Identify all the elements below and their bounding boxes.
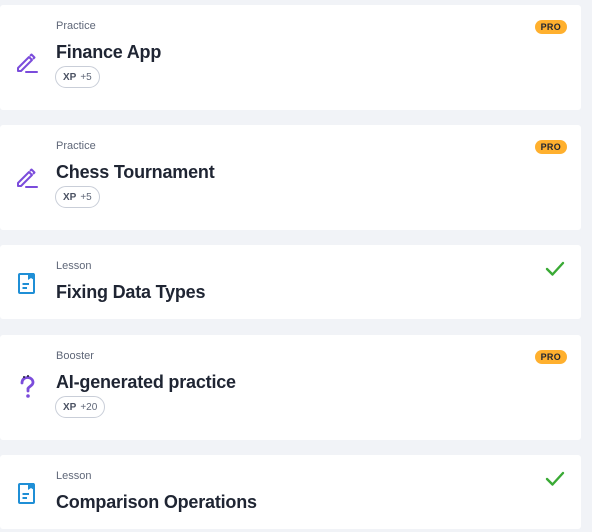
- lesson-list: Practice Finance App XP +5 PRO Practice …: [0, 0, 592, 532]
- list-item-fixing-data-types[interactable]: Lesson Fixing Data Types: [0, 245, 581, 319]
- xp-label: XP: [63, 401, 77, 413]
- list-item-finance-app[interactable]: Practice Finance App XP +5 PRO: [0, 5, 581, 110]
- pro-badge: PRO: [534, 350, 567, 364]
- xp-label: XP: [63, 71, 77, 83]
- item-title: Comparison Operations: [56, 492, 257, 512]
- question-icon: [20, 375, 35, 398]
- item-type: Booster: [56, 350, 94, 362]
- list-item-ai-generated-practice[interactable]: Booster AI-generated practice XP +20 PRO: [0, 335, 581, 440]
- item-title: Chess Tournament: [56, 162, 215, 182]
- xp-badge: XP +5: [55, 186, 100, 208]
- item-type: Lesson: [56, 470, 92, 482]
- pro-badge: PRO: [534, 20, 567, 34]
- item-title: Fixing Data Types: [56, 282, 206, 302]
- lesson-icon: [18, 483, 35, 504]
- xp-value: +20: [80, 401, 98, 413]
- xp-value: +5: [80, 191, 92, 203]
- xp-value: +5: [80, 71, 92, 83]
- pencil-icon: [17, 168, 38, 188]
- pro-badge: PRO: [534, 140, 567, 154]
- item-type: Practice: [56, 20, 96, 32]
- lesson-icon: [18, 273, 35, 294]
- list-item-chess-tournament[interactable]: Practice Chess Tournament XP +5 PRO: [0, 125, 581, 230]
- xp-label: XP: [63, 191, 77, 203]
- item-title: AI-generated practice: [56, 372, 236, 392]
- check-icon: [545, 261, 565, 276]
- check-icon: [545, 471, 565, 486]
- list-item-comparison-operations[interactable]: Lesson Comparison Operations: [0, 455, 581, 529]
- pencil-icon: [17, 53, 38, 73]
- item-title: Finance App: [56, 42, 162, 62]
- xp-badge: XP +5: [55, 66, 100, 88]
- xp-badge: XP +20: [55, 396, 106, 418]
- item-type: Practice: [56, 140, 96, 152]
- item-type: Lesson: [56, 260, 92, 272]
